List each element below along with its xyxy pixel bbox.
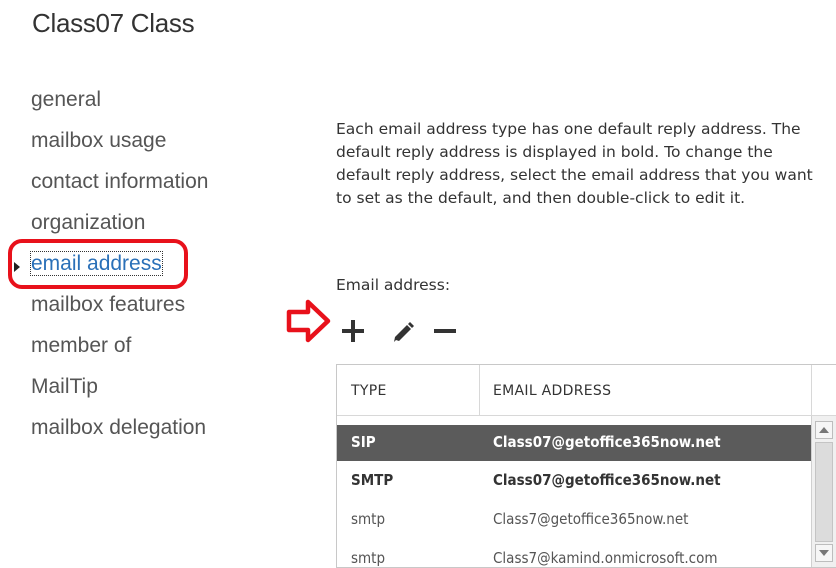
nav-item-mailbox-delegation[interactable]: mailbox delegation xyxy=(31,416,206,452)
nav-item-member-of[interactable]: member of xyxy=(31,334,131,370)
annotation-arrow-icon xyxy=(286,299,331,343)
column-header-email-address[interactable]: EMAIL ADDRESS xyxy=(493,383,611,399)
email-address-table: TYPE EMAIL ADDRESS SIP Class07@getoffice… xyxy=(336,364,836,568)
plus-icon[interactable] xyxy=(340,318,366,344)
table-row[interactable]: smtp Class7@kamind.onmicrosoft.com xyxy=(337,541,811,567)
table-header: TYPE EMAIL ADDRESS xyxy=(337,365,836,416)
type-cell: smtp xyxy=(351,549,386,567)
nav-item-mailbox-features[interactable]: mailbox features xyxy=(31,293,185,329)
scroll-up-button[interactable] xyxy=(815,421,833,439)
minus-icon[interactable] xyxy=(432,318,458,344)
table-row[interactable]: SIP Class07@getoffice365now.net xyxy=(337,425,811,461)
nav-item-contact-information[interactable]: contact information xyxy=(31,170,208,206)
pencil-icon[interactable] xyxy=(390,318,416,344)
type-cell: smtp xyxy=(351,510,386,528)
email-address-label: Email address: xyxy=(336,276,451,294)
page-title: Class07 Class xyxy=(32,8,195,38)
description-text: Each email address type has one default … xyxy=(336,120,813,207)
nav-item-mailbox-usage[interactable]: mailbox usage xyxy=(31,129,166,165)
column-header-type[interactable]: TYPE xyxy=(351,383,387,399)
annotation-highlight-box xyxy=(8,239,188,289)
table-scrollbar[interactable] xyxy=(811,416,836,567)
type-cell: SIP xyxy=(351,433,376,451)
address-cell: Class07@getoffice365now.net xyxy=(493,471,721,489)
scroll-down-button[interactable] xyxy=(815,544,833,562)
address-cell: Class7@getoffice365now.net xyxy=(493,510,689,528)
nav-item-mailtip[interactable]: MailTip xyxy=(31,375,98,411)
scroll-thumb[interactable] xyxy=(815,442,833,542)
column-divider xyxy=(479,365,480,415)
type-cell: SMTP xyxy=(351,471,394,489)
address-cell: Class07@getoffice365now.net xyxy=(493,433,721,451)
address-cell: Class7@kamind.onmicrosoft.com xyxy=(493,549,718,567)
table-row[interactable]: SMTP Class07@getoffice365now.net xyxy=(337,463,811,499)
chevron-down-icon xyxy=(819,550,829,556)
table-row[interactable]: smtp Class7@getoffice365now.net xyxy=(337,502,811,538)
nav-item-general[interactable]: general xyxy=(31,88,101,124)
column-divider xyxy=(811,365,812,415)
chevron-up-icon xyxy=(819,427,829,433)
